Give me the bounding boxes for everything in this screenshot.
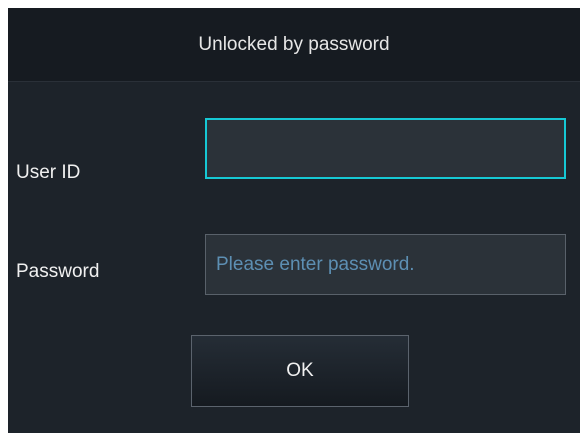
password-label: Password: [16, 261, 100, 282]
unlock-dialog: Unlocked by password User ID Password OK: [8, 8, 580, 433]
dialog-header: Unlocked by password: [8, 8, 580, 82]
dialog-title: Unlocked by password: [198, 34, 390, 55]
ok-button[interactable]: OK: [191, 335, 409, 407]
user-id-label: User ID: [16, 162, 81, 183]
user-id-input[interactable]: [205, 118, 566, 179]
password-input[interactable]: [205, 234, 566, 295]
